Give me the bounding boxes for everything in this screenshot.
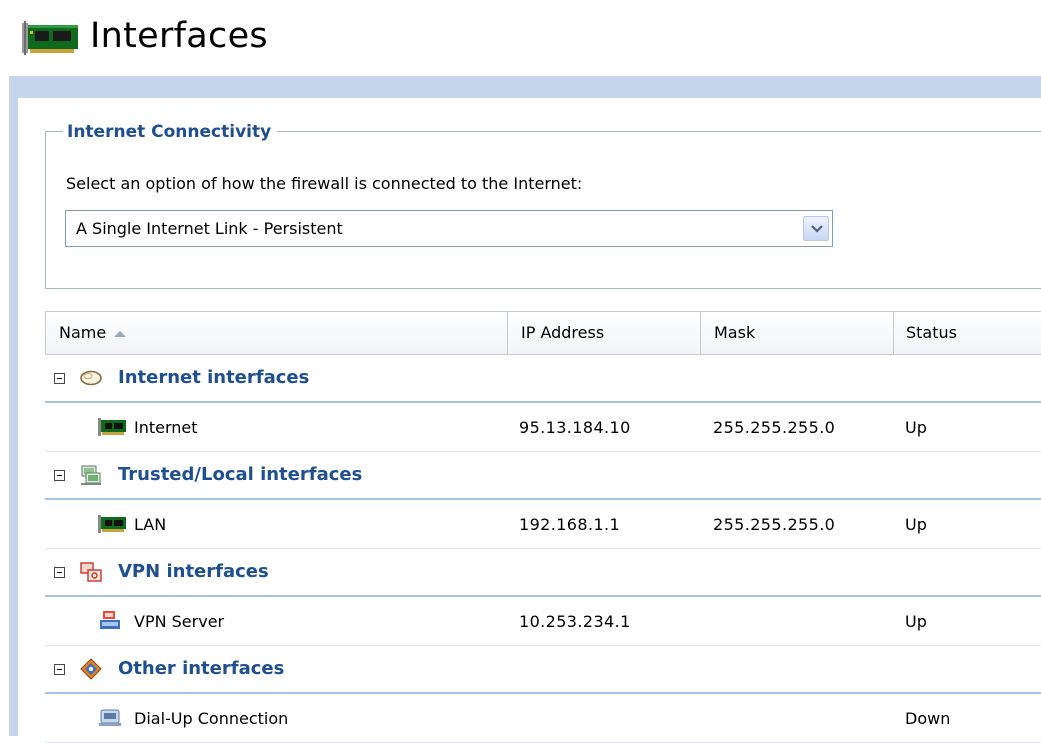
group-row-internet[interactable]: Internet interfaces bbox=[45, 355, 1041, 403]
interface-name: Internet bbox=[134, 418, 198, 437]
group-label: VPN interfaces bbox=[118, 561, 269, 582]
interface-ip: 10.253.234.1 bbox=[519, 612, 631, 631]
vpn-icon bbox=[80, 562, 102, 582]
column-separator[interactable] bbox=[507, 312, 508, 354]
column-header-status[interactable]: Status bbox=[906, 312, 957, 354]
interface-ip: 192.168.1.1 bbox=[519, 515, 621, 534]
collapse-icon[interactable] bbox=[54, 567, 65, 578]
group-row-trusted-local[interactable]: Trusted/Local interfaces bbox=[45, 452, 1041, 500]
interface-status: Up bbox=[905, 612, 927, 631]
cloud-icon bbox=[80, 370, 102, 386]
dialup-icon bbox=[99, 709, 121, 726]
internet-connectivity-legend: Internet Connectivity bbox=[63, 120, 278, 144]
interface-status: Up bbox=[905, 515, 927, 534]
column-header-name-label: Name bbox=[59, 323, 107, 342]
column-header-name[interactable]: Name bbox=[59, 312, 127, 354]
collapse-icon[interactable] bbox=[54, 664, 65, 675]
page-header: Interfaces bbox=[0, 0, 1041, 75]
table-row-vpn-server[interactable]: VPN Server 10.253.234.1 Up bbox=[45, 597, 1041, 646]
network-card-icon bbox=[98, 418, 126, 436]
connectivity-prompt: Select an option of how the firewall is … bbox=[66, 174, 583, 193]
column-header-mask[interactable]: Mask bbox=[714, 312, 755, 354]
dropdown-button[interactable] bbox=[803, 216, 829, 241]
connectivity-select[interactable]: A Single Internet Link - Persistent bbox=[65, 210, 833, 247]
vpn-server-icon bbox=[100, 611, 120, 629]
column-separator[interactable] bbox=[893, 312, 894, 354]
local-network-icon bbox=[81, 465, 101, 485]
group-label: Other interfaces bbox=[118, 658, 285, 679]
interface-status: Down bbox=[905, 709, 951, 728]
connectivity-select-value: A Single Internet Link - Persistent bbox=[76, 219, 343, 238]
panel-top-border bbox=[9, 76, 1041, 98]
group-row-vpn[interactable]: VPN interfaces bbox=[45, 549, 1041, 597]
column-separator[interactable] bbox=[700, 312, 701, 354]
interface-name: LAN bbox=[134, 515, 167, 534]
table-row-internet[interactable]: Internet 95.13.184.10 255.255.255.0 Up bbox=[45, 403, 1041, 452]
interface-name: Dial-Up Connection bbox=[134, 709, 289, 728]
network-card-icon bbox=[98, 515, 126, 533]
interfaces-grid: Name IP Address Mask Status Internet int… bbox=[45, 311, 1041, 743]
interface-name: VPN Server bbox=[134, 612, 225, 631]
panel-left-border bbox=[9, 98, 18, 736]
page-title: Interfaces bbox=[90, 16, 268, 56]
sort-ascending-icon bbox=[114, 330, 127, 337]
network-card-icon bbox=[22, 21, 78, 55]
group-row-other[interactable]: Other interfaces bbox=[45, 646, 1041, 694]
grid-header: Name IP Address Mask Status bbox=[45, 311, 1041, 355]
interface-mask: 255.255.255.0 bbox=[713, 418, 836, 437]
other-interfaces-icon bbox=[80, 658, 102, 680]
table-row-lan[interactable]: LAN 192.168.1.1 255.255.255.0 Up bbox=[45, 500, 1041, 549]
column-header-ip[interactable]: IP Address bbox=[521, 312, 604, 354]
interface-ip: 95.13.184.10 bbox=[519, 418, 631, 437]
group-label: Internet interfaces bbox=[118, 367, 310, 388]
interface-mask: 255.255.255.0 bbox=[713, 515, 836, 534]
group-label: Trusted/Local interfaces bbox=[118, 464, 363, 485]
collapse-icon[interactable] bbox=[54, 373, 65, 384]
collapse-icon[interactable] bbox=[54, 470, 65, 481]
interface-status: Up bbox=[905, 418, 927, 437]
chevron-down-icon bbox=[811, 225, 823, 233]
